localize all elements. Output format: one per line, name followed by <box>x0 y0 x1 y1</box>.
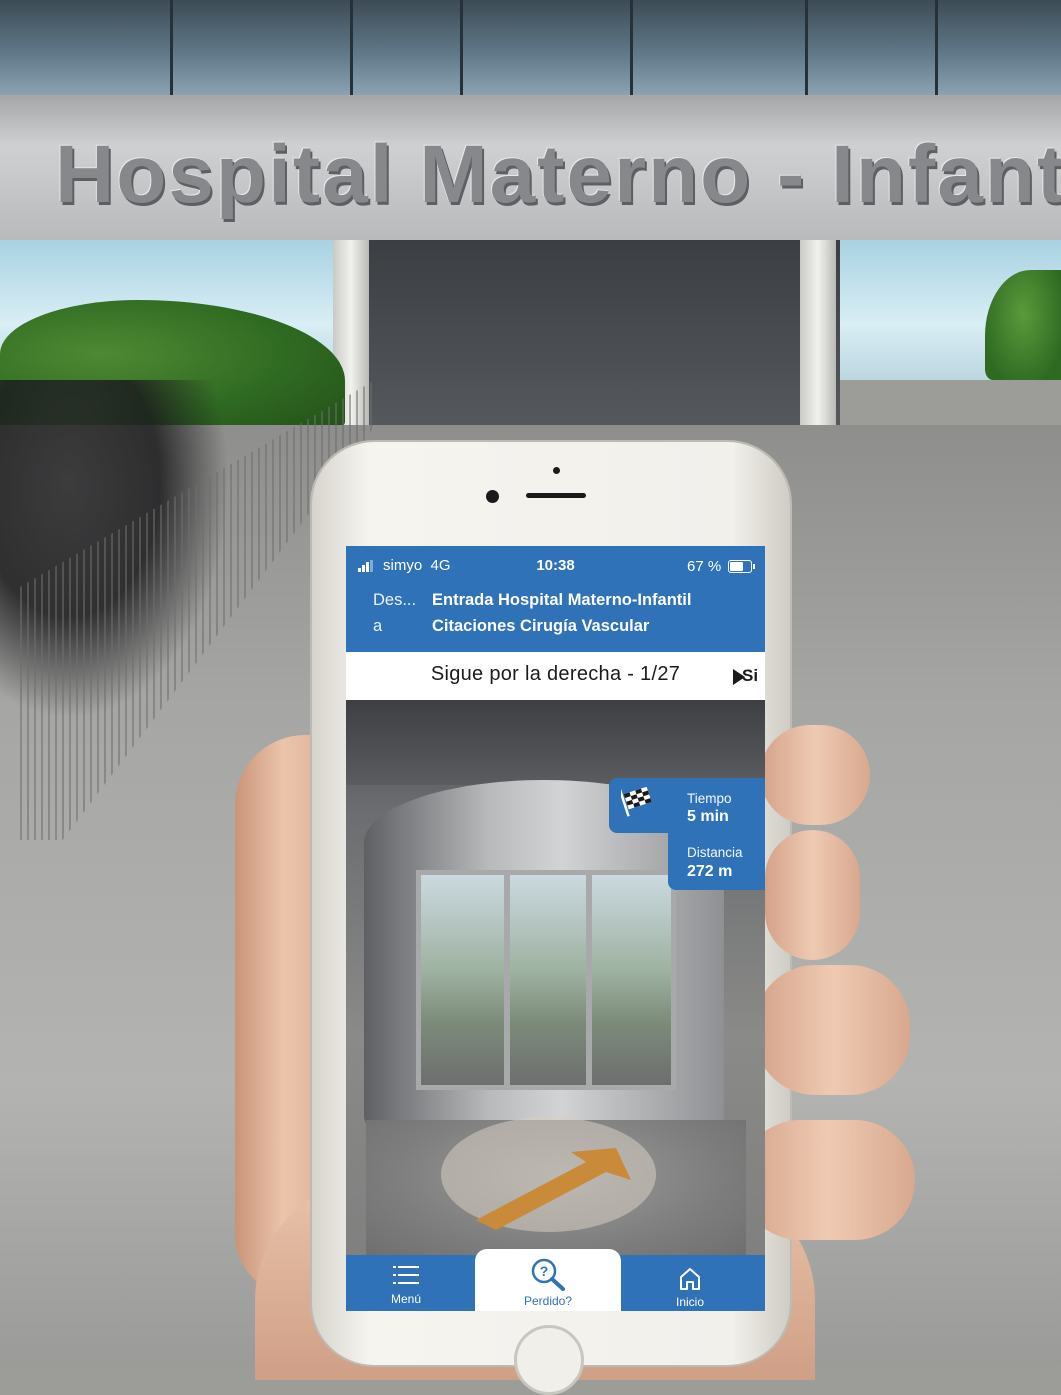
bottom-tab-bar: Menú ? Perdido? Inicio <box>346 1249 765 1311</box>
time-card: Tiempo 5 min <box>609 778 765 833</box>
destination-label: a <box>373 617 383 635</box>
hospital-entrance <box>365 240 840 425</box>
home-button[interactable] <box>514 1325 584 1395</box>
ar-camera-view: Tiempo 5 min Distancia 272 m <box>346 700 765 1255</box>
column <box>800 240 836 430</box>
ceiling <box>346 700 765 785</box>
checkered-flag-icon <box>621 787 652 817</box>
distance-card: Distancia 272 m <box>668 833 765 890</box>
finger <box>760 725 870 825</box>
distance-value: 272 m <box>687 863 733 880</box>
front-camera <box>486 490 499 503</box>
revolving-door-glass <box>416 870 676 1090</box>
route-header[interactable]: Des... Entrada Hospital Materno-Infantil… <box>346 586 765 652</box>
origin-value: Entrada Hospital Materno-Infantil <box>432 591 692 609</box>
tab-lost-label: Perdido? <box>523 1294 573 1308</box>
distance-label: Distancia <box>687 845 743 860</box>
facade-sign: Hospital Materno - Infantil <box>55 129 1061 220</box>
finger <box>740 1120 915 1240</box>
app-screen: simyo 4G 10:38 67 % Des... Entrada Hospi… <box>346 546 765 1311</box>
question-search-icon: ? <box>531 1258 565 1291</box>
battery-icon <box>728 560 755 573</box>
tab-lost[interactable]: ? Perdido? <box>475 1249 621 1311</box>
battery-percent: 67 % <box>687 558 722 575</box>
tab-home-label: Inicio <box>675 1295 704 1309</box>
upper-glass-facade <box>0 0 1061 95</box>
origin-label: Des... <box>373 591 417 609</box>
tab-menu-label: Menú <box>390 1292 422 1306</box>
destination-value: Citaciones Cirugía Vascular <box>432 617 650 635</box>
proximity-sensor <box>553 467 560 474</box>
ar-direction-arrow-icon <box>476 1148 631 1230</box>
time-label: Tiempo <box>687 791 732 806</box>
instruction-text: Sigue por la derecha - 1/27 <box>430 663 681 685</box>
earpiece <box>526 493 586 498</box>
hamburger-icon <box>393 1266 419 1284</box>
finger <box>765 830 860 960</box>
finger <box>755 965 910 1095</box>
next-step-button[interactable]: Si <box>733 666 759 688</box>
status-bar: simyo 4G 10:38 67 % <box>346 546 765 586</box>
time-value: 5 min <box>687 808 729 825</box>
next-step-label: Si <box>742 666 759 685</box>
tab-home[interactable]: Inicio <box>650 1255 730 1311</box>
tab-menu[interactable]: Menú <box>371 1255 441 1311</box>
house-icon <box>680 1268 700 1290</box>
instruction-bar: Sigue por la derecha - 1/27 Si <box>346 652 765 701</box>
svg-text:?: ? <box>540 1263 549 1279</box>
